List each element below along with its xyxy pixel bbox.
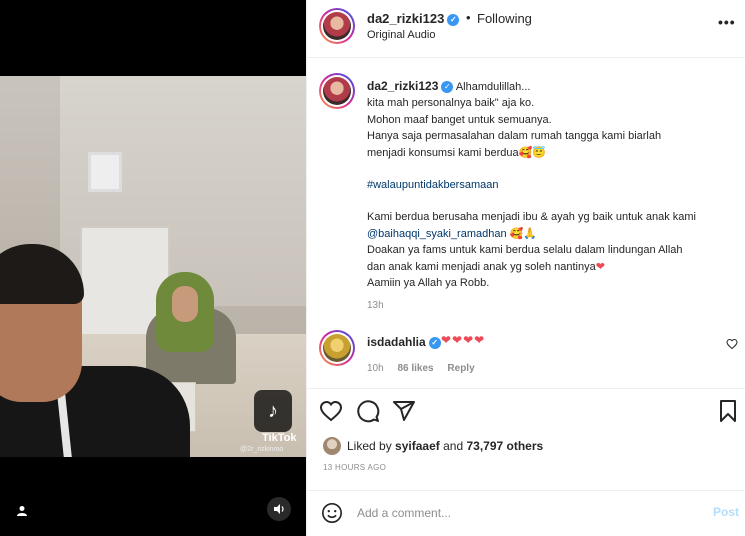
- tiktok-watermark: TikTok: [262, 432, 297, 444]
- emoji-picker-icon[interactable]: [321, 502, 343, 524]
- caption-avatar[interactable]: [319, 73, 355, 109]
- more-options-icon[interactable]: •••: [718, 14, 736, 30]
- caption-text: da2_rizki123 ✓ Alhamdulillah... kita mah …: [367, 78, 737, 291]
- verified-badge-icon: ✓: [447, 13, 460, 26]
- separator-dot: •: [466, 10, 471, 25]
- likes-text[interactable]: Liked by syifaaef and 73,797 others: [347, 439, 543, 453]
- post-comment-button[interactable]: Post: [713, 505, 739, 519]
- tiktok-logo-icon: ♪: [254, 390, 292, 432]
- caption-line: Doakan ya fams untuk kami berdua selalu …: [367, 244, 683, 257]
- emoji-smiles: 🥰😇: [518, 146, 547, 159]
- heart-emoji: ❤: [595, 260, 605, 273]
- caption-line: dan anak kami menjadi anak yg soleh nant…: [367, 260, 596, 273]
- comment-item: isdadahlia ✓ ❤❤❤❤ 10h 86 likes Reply: [307, 328, 745, 384]
- caption-line: Mohon maaf banget untuk semuanya.: [367, 113, 552, 126]
- following-button[interactable]: Following: [477, 11, 532, 26]
- reply-button[interactable]: Reply: [447, 363, 474, 374]
- author-avatar[interactable]: [319, 8, 355, 44]
- mention-link[interactable]: @baihaqqi_syaki_ramadhan: [367, 228, 507, 240]
- liker-avatar[interactable]: [323, 437, 341, 455]
- original-audio-link[interactable]: Original Audio: [367, 29, 436, 41]
- video-frame[interactable]: ♪ TikTok @2r_rizkinmo: [0, 76, 306, 457]
- comment-meta: 10h 86 likes Reply: [367, 363, 486, 374]
- comment-text: ❤❤❤❤: [441, 333, 486, 347]
- verified-badge-icon: ✓: [441, 81, 454, 94]
- tiktok-handle: @2r_rizkinmo: [240, 446, 284, 453]
- like-heart-icon[interactable]: [319, 399, 345, 425]
- post-panel: da2_rizki123 ✓ • Following Original Audio…: [306, 0, 745, 536]
- caption-line: Hanya saja permasalahan dalam rumah tang…: [367, 130, 662, 143]
- post-caption: da2_rizki123 ✓ Alhamdulillah... kita mah …: [307, 58, 745, 320]
- hashtag-link[interactable]: #walaupuntidakbersamaan: [367, 179, 498, 191]
- verified-badge-icon: ✓: [428, 336, 441, 349]
- save-bookmark-icon[interactable]: [716, 399, 742, 425]
- caption-timestamp[interactable]: 13h: [367, 300, 384, 311]
- comment-bubble-icon[interactable]: [356, 399, 382, 425]
- commenter-avatar[interactable]: [319, 330, 355, 366]
- post-media[interactable]: ♪ TikTok @2r_rizkinmo: [0, 0, 306, 536]
- post-header: da2_rizki123 ✓ • Following Original Audio…: [307, 0, 745, 58]
- background-monitor: [88, 152, 122, 192]
- speaker-icon[interactable]: [267, 497, 291, 521]
- emoji-pray: 🥰🙏: [509, 227, 538, 240]
- caption-line: Aamiin ya Allah ya Robb.: [367, 277, 490, 290]
- commenter-username[interactable]: isdadahlia ✓: [367, 335, 441, 349]
- post-timestamp[interactable]: 13 HOURS AGO: [323, 463, 386, 472]
- user-tag-icon[interactable]: [16, 504, 28, 520]
- comment-like-icon[interactable]: [726, 338, 738, 353]
- comment-input[interactable]: [357, 502, 677, 524]
- caption-username[interactable]: da2_rizki123: [367, 79, 438, 93]
- caption-line: Alhamdulillah...: [455, 81, 531, 93]
- caption-line: menjadi konsumsi kami berdua: [367, 146, 519, 159]
- comment-time[interactable]: 10h: [367, 363, 384, 374]
- woman-face: [172, 286, 198, 322]
- share-paper-plane-icon[interactable]: [392, 399, 418, 425]
- caption-line: kita mah personalnya baik" aja ko.: [367, 97, 535, 110]
- caption-line: Kami berdua berusaha menjadi ibu & ayah …: [367, 211, 696, 224]
- action-bar: [307, 388, 745, 434]
- author-username[interactable]: da2_rizki123 ✓: [367, 11, 460, 26]
- comment-likes[interactable]: 86 likes: [397, 363, 433, 374]
- add-comment-bar: Post: [307, 490, 745, 536]
